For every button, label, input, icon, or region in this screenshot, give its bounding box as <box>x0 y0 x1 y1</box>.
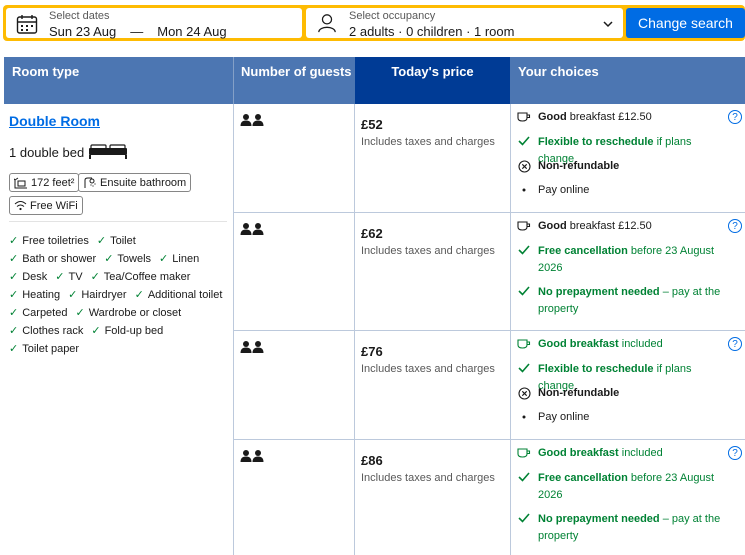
coffee-cup-icon <box>516 336 532 350</box>
room-option-row: £76 Includes taxes and charges Good breakf… <box>4 331 745 431</box>
payment-bold: Non-refundable <box>538 387 620 399</box>
guests-icon <box>240 449 264 463</box>
payment-bold: No prepayment needed <box>538 513 660 525</box>
check-in-date: Sun 23 Aug <box>49 24 117 39</box>
header-choices: Your choices <box>518 64 599 79</box>
occupancy-picker[interactable]: Select occupancy 2 adults · 0 children ·… <box>306 8 623 39</box>
breakfast-text: Good breakfast £12.50 <box>538 109 652 126</box>
price-value: £62 <box>361 226 383 241</box>
breakfast-choice: Good breakfast included <box>516 445 726 462</box>
person-icon <box>318 14 336 33</box>
breakfast-detail: included <box>618 338 663 350</box>
rooms-table: Room type Number of guests Today's price… <box>4 57 745 555</box>
check-icon <box>516 134 532 146</box>
breakfast-text: Good breakfast included <box>538 336 663 353</box>
table-header: Room type Number of guests Today's price… <box>4 57 745 104</box>
breakfast-bold: Good breakfast <box>538 447 619 459</box>
payment-choice: Non-refundable <box>516 385 728 402</box>
dates-value: Sun 23 Aug — Mon 24 Aug <box>49 24 227 39</box>
dates-label: Select dates <box>49 10 110 22</box>
payment-text: No prepayment needed – pay at the proper… <box>538 511 728 545</box>
guests-icon <box>240 113 264 127</box>
date-picker[interactable]: Select dates Sun 23 Aug — Mon 24 Aug <box>6 8 302 39</box>
breakfast-bold: Good <box>538 111 567 123</box>
payment-text: Non-refundable <box>538 385 619 402</box>
breakfast-detail: breakfast £12.50 <box>566 111 652 123</box>
pay-online-choice: Pay online <box>516 409 589 426</box>
tax-note: Includes taxes and charges <box>361 245 495 257</box>
tax-note: Includes taxes and charges <box>361 472 495 484</box>
cancellation-choice: Free cancellation before 23 August 2026 <box>516 243 728 277</box>
cancellation-bold: Free cancellation <box>538 245 628 257</box>
breakfast-choice: Good breakfast included <box>516 336 726 353</box>
coffee-cup-icon <box>516 445 532 459</box>
payment-bold: No prepayment needed <box>538 286 660 298</box>
payment-bold: Non-refundable <box>538 160 620 172</box>
no-icon <box>516 158 532 173</box>
header-price: Today's price <box>355 57 510 104</box>
bullet-icon <box>516 182 532 194</box>
check-icon <box>516 361 532 373</box>
guests-icon <box>240 222 264 236</box>
header-room-type: Room type <box>12 64 80 79</box>
coffee-cup-icon <box>516 218 532 232</box>
room-option-row: £62 Includes taxes and charges Good breakf… <box>4 213 745 315</box>
price-value: £52 <box>361 117 383 132</box>
occupancy-label: Select occupancy <box>349 10 436 22</box>
coffee-cup-icon <box>516 109 532 123</box>
breakfast-detail: included <box>618 447 663 459</box>
header-guests: Number of guests <box>241 64 352 79</box>
payment-choice: No prepayment needed – pay at the proper… <box>516 284 728 318</box>
cancellation-bold: Free cancellation <box>538 472 628 484</box>
breakfast-choice: Good breakfast £12.50 <box>516 109 726 126</box>
cancellation-text: Free cancellation before 23 August 2026 <box>538 470 728 504</box>
cancellation-text: Free cancellation before 23 August 2026 <box>538 243 728 277</box>
breakfast-text: Good breakfast included <box>538 445 663 462</box>
cancellation-choice: Free cancellation before 23 August 2026 <box>516 470 728 504</box>
payment-choice: Non-refundable <box>516 158 728 175</box>
info-icon[interactable]: ? <box>728 337 742 351</box>
occupancy-value: 2 adults · 0 children · 1 room <box>349 24 515 39</box>
breakfast-text: Good breakfast £12.50 <box>538 218 652 235</box>
room-option-row: £86 Includes taxes and charges Good breakf… <box>4 440 745 542</box>
change-search-button[interactable]: Change search <box>626 8 745 38</box>
price-value: £86 <box>361 453 383 468</box>
payment-text: Non-refundable <box>538 158 619 175</box>
check-icon <box>516 284 532 296</box>
pay-online-text: Pay online <box>538 411 590 423</box>
price-value: £76 <box>361 344 383 359</box>
bullet-icon <box>516 409 532 421</box>
check-icon <box>516 511 532 523</box>
breakfast-detail: breakfast £12.50 <box>566 220 652 232</box>
info-icon[interactable]: ? <box>728 219 742 233</box>
payment-choice: No prepayment needed – pay at the proper… <box>516 511 728 545</box>
tax-note: Includes taxes and charges <box>361 363 495 375</box>
room-option-row: £52 Includes taxes and charges Good breakf… <box>4 104 745 204</box>
no-icon <box>516 385 532 400</box>
check-icon <box>516 470 532 482</box>
check-out-date: Mon 24 Aug <box>157 24 227 39</box>
search-bar: Select dates Sun 23 Aug — Mon 24 Aug Selec… <box>3 5 745 41</box>
guests-icon <box>240 340 264 354</box>
breakfast-choice: Good breakfast £12.50 <box>516 218 726 235</box>
info-icon[interactable]: ? <box>728 446 742 460</box>
payment-text: No prepayment needed – pay at the proper… <box>538 284 728 318</box>
tax-note: Includes taxes and charges <box>361 136 495 148</box>
pay-online-text: Pay online <box>538 184 590 196</box>
pay-online-choice: Pay online <box>516 182 589 199</box>
cancellation-bold: Flexible to reschedule <box>538 136 654 148</box>
cancellation-bold: Flexible to reschedule <box>538 363 654 375</box>
calendar-icon <box>16 15 38 34</box>
chevron-down-icon <box>603 21 613 28</box>
breakfast-bold: Good <box>538 220 567 232</box>
info-icon[interactable]: ? <box>728 110 742 124</box>
check-icon <box>516 243 532 255</box>
breakfast-bold: Good breakfast <box>538 338 619 350</box>
